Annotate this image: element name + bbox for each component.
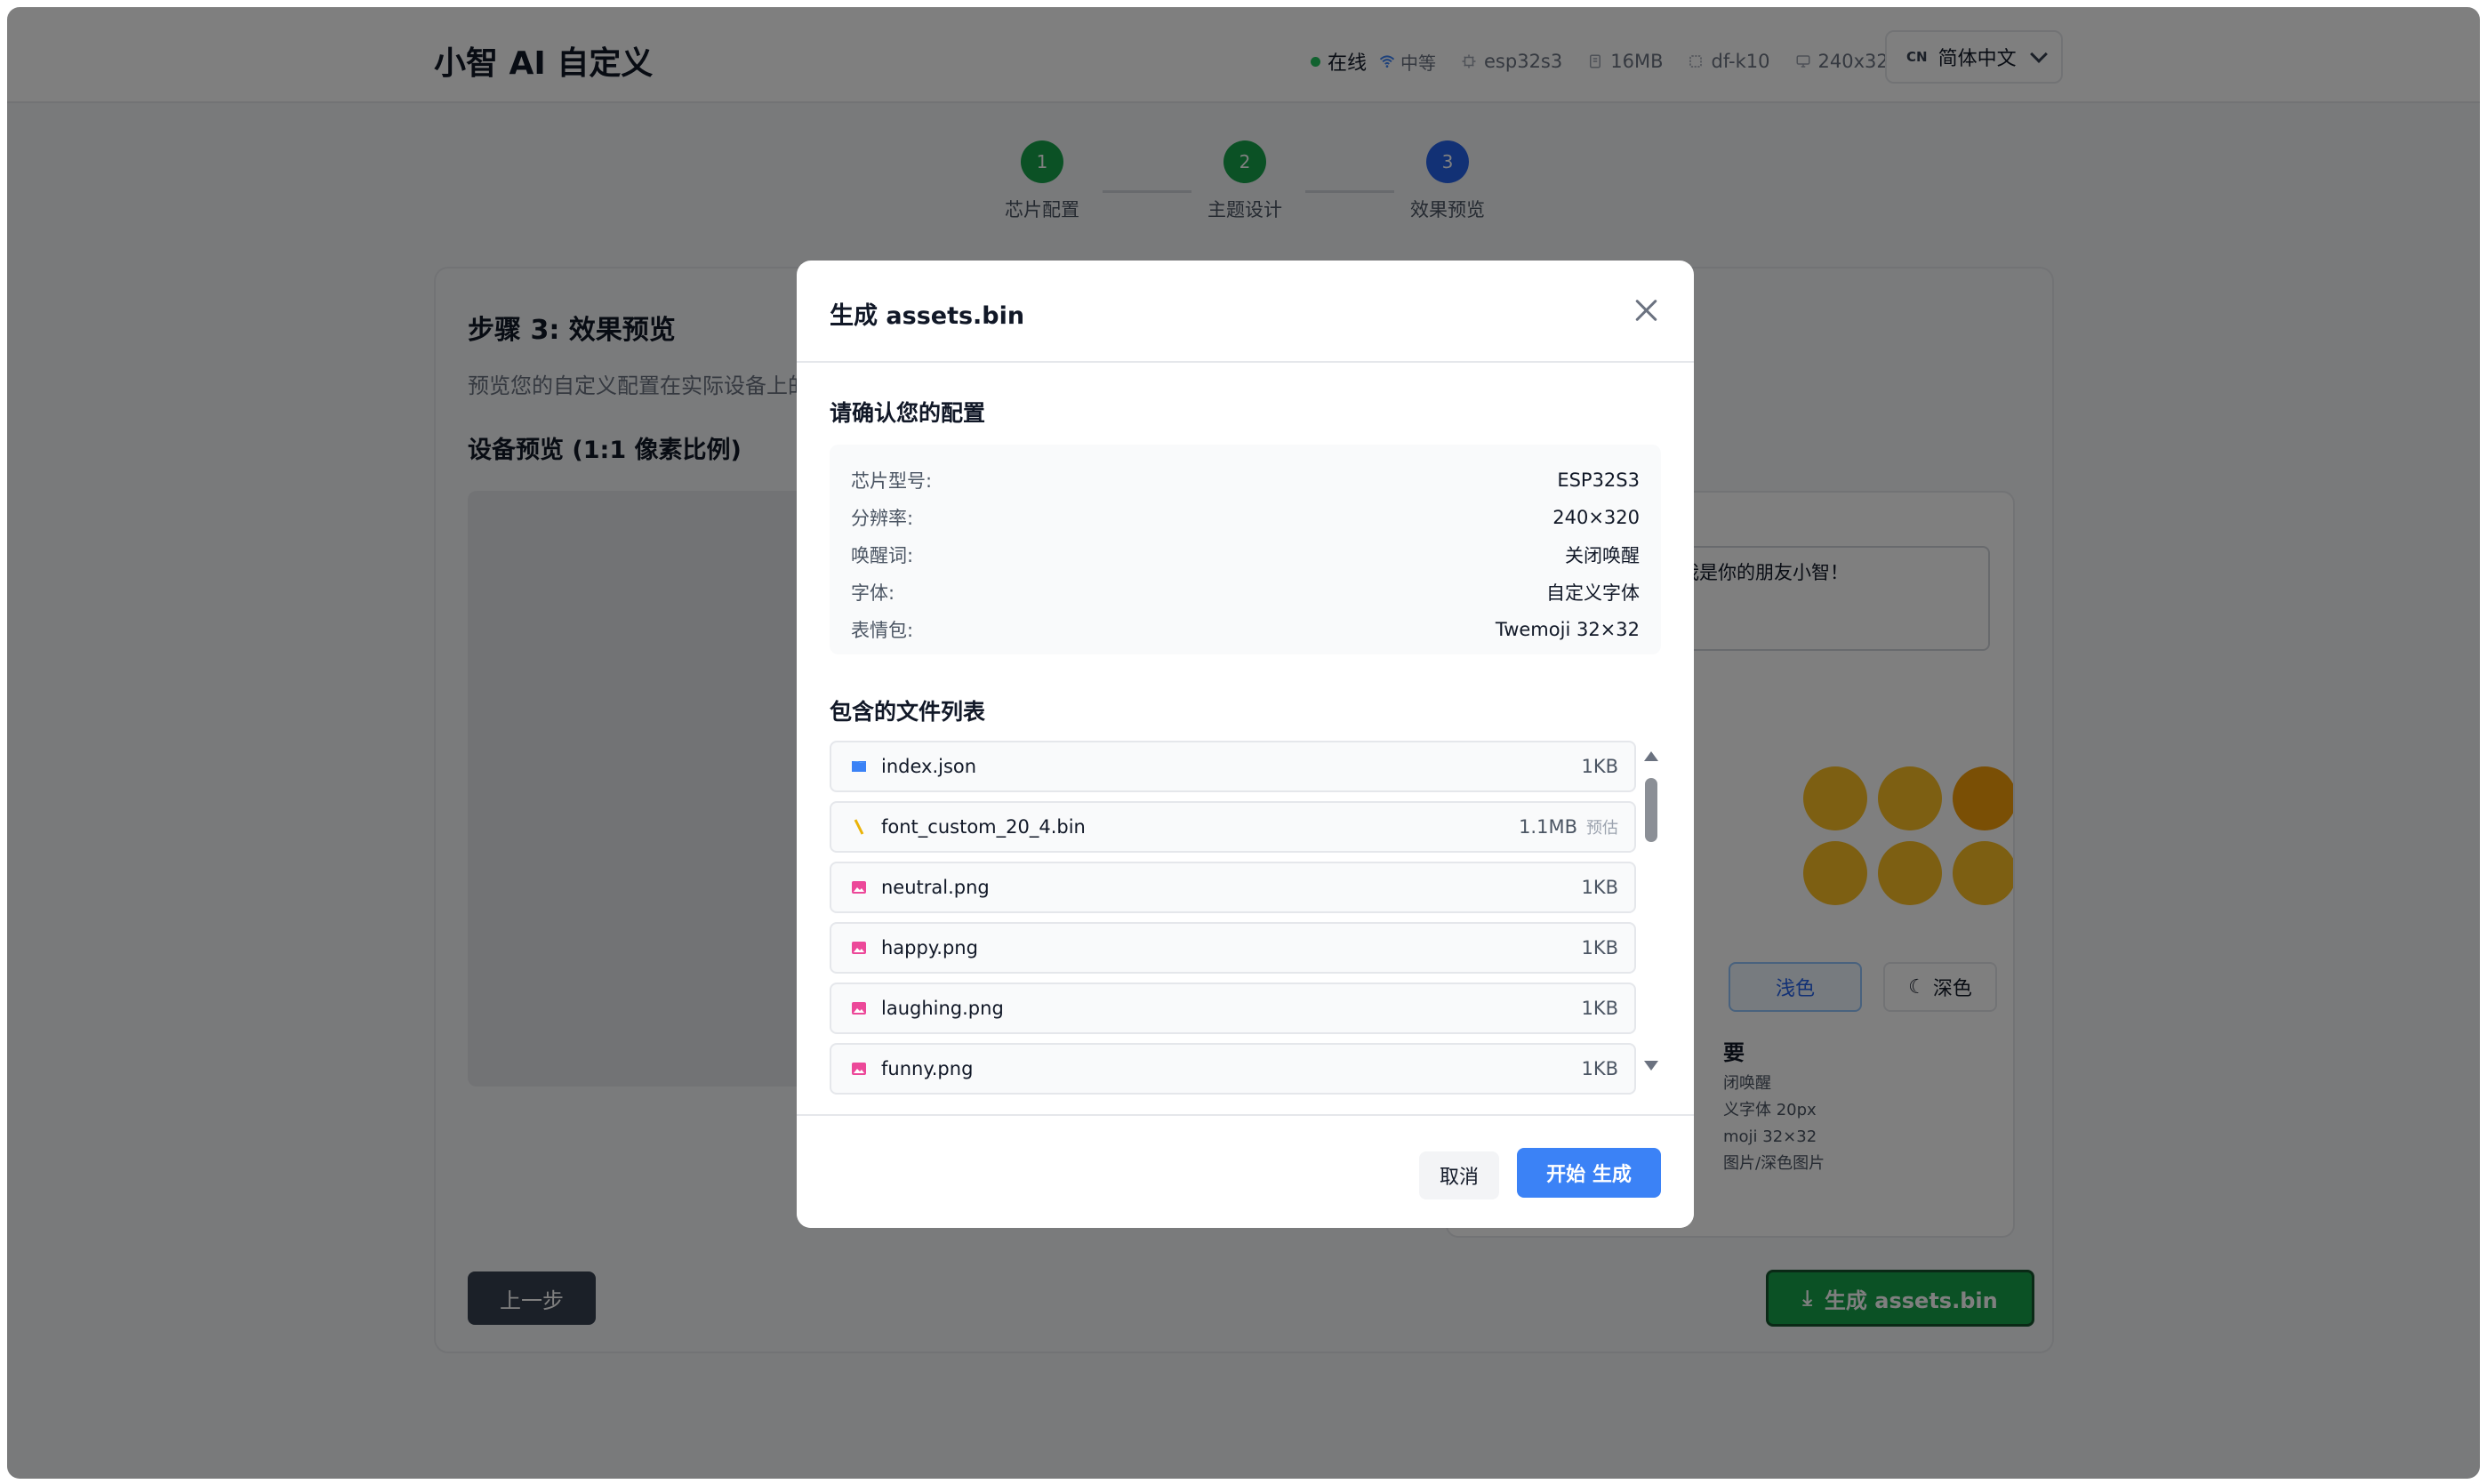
close-icon[interactable]: [1628, 293, 1664, 328]
start-generate-button[interactable]: 开始 生成: [1517, 1148, 1661, 1198]
modal-title: 生成 assets.bin: [830, 302, 1025, 330]
file-row: index.json 1KB: [830, 741, 1636, 792]
generate-modal: 生成 assets.bin 请确认您的配置 芯片型号: ESP32S3 分辨率:…: [797, 261, 1694, 1228]
config-row: 唤醒词: 关闭唤醒: [851, 545, 1640, 566]
file-row: laughing.png 1KB: [830, 983, 1636, 1034]
config-row: 表情包: Twemoji 32×32: [851, 619, 1640, 641]
image-file-icon: [849, 1059, 869, 1079]
json-file-icon: [849, 757, 869, 776]
cancel-button[interactable]: 取消: [1419, 1151, 1499, 1199]
modal-header: 生成 assets.bin: [797, 261, 1694, 363]
config-summary-box: 芯片型号: ESP32S3 分辨率: 240×320 唤醒词: 关闭唤醒 字体:…: [830, 445, 1661, 654]
scroll-down-icon[interactable]: [1644, 1061, 1658, 1071]
confirm-config-title: 请确认您的配置: [830, 400, 986, 426]
image-file-icon: [849, 999, 869, 1018]
file-row: happy.png 1KB: [830, 922, 1636, 974]
scroll-up-icon[interactable]: [1644, 751, 1658, 761]
file-list-scrollbar[interactable]: [1642, 751, 1658, 1071]
font-file-icon: [849, 817, 869, 837]
modal-footer: 取消 开始 生成: [797, 1114, 1694, 1228]
config-row: 分辨率: 240×320: [851, 507, 1640, 529]
estimate-tag: 预估: [1586, 819, 1618, 838]
file-row: neutral.png 1KB: [830, 862, 1636, 913]
config-row: 芯片型号: ESP32S3: [851, 469, 1640, 492]
scrollbar-thumb[interactable]: [1645, 778, 1657, 842]
image-file-icon: [849, 878, 869, 897]
image-file-icon: [849, 938, 869, 958]
file-row: funny.png 1KB: [830, 1043, 1636, 1095]
file-row: font_custom_20_4.bin 1.1MB 预估: [830, 801, 1636, 853]
file-list-title: 包含的文件列表: [830, 699, 986, 725]
config-row: 字体: 自定义字体: [851, 582, 1640, 604]
